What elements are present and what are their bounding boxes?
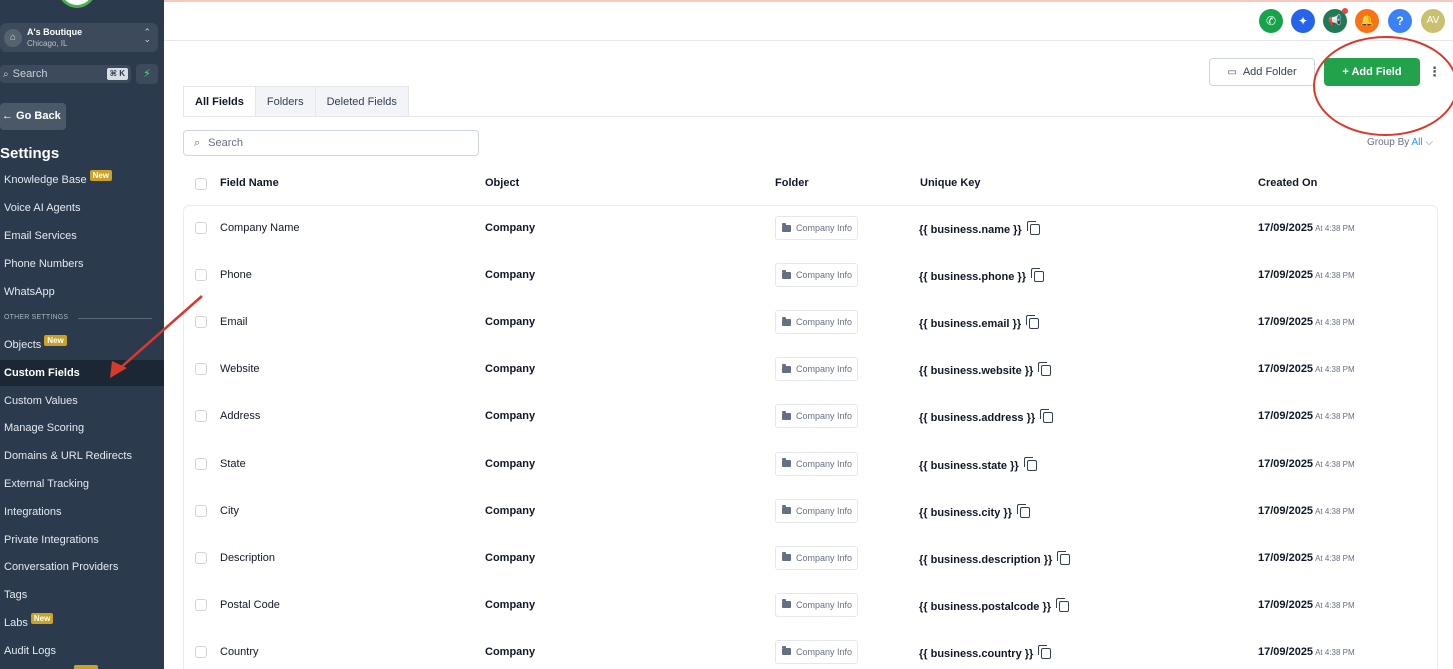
annotation-arrow (110, 295, 203, 378)
app-root: ⌂ A's Boutique Chicago, IL ⌃ ⌄ ⌕ Search ⌘… (0, 0, 1453, 669)
